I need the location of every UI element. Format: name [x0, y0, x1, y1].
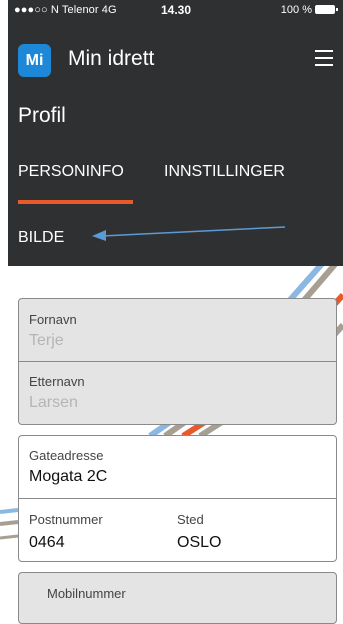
app-title: Min idrett — [68, 47, 155, 70]
street-value: Mogata 2C — [29, 468, 108, 485]
street-label: Gateadresse — [29, 448, 104, 463]
name-card: Fornavn Terje Etternavn Larsen — [18, 298, 337, 425]
city-label: Sted — [177, 512, 204, 527]
first-name-field[interactable]: Fornavn Terje — [19, 299, 336, 362]
street-field[interactable]: Gateadresse Mogata 2C — [19, 436, 336, 499]
mobile-card: Mobilnummer — [18, 572, 337, 624]
postal-city-row: Postnummer 0464 Sted OSLO — [19, 499, 336, 561]
carrier-signal: ●●●○○ N Telenor 4G — [14, 4, 117, 16]
postal-value: 0464 — [29, 534, 65, 551]
tab-innstillinger[interactable]: INNSTILLINGER — [164, 163, 285, 181]
postal-field[interactable]: Postnummer 0464 — [19, 499, 169, 561]
mobile-field[interactable]: Mobilnummer — [19, 573, 336, 623]
first-name-label: Fornavn — [29, 312, 77, 327]
battery-status: 100 % — [280, 4, 338, 16]
last-name-label: Etternavn — [29, 374, 85, 389]
hamburger-menu-icon[interactable] — [315, 50, 333, 66]
city-value: OSLO — [177, 534, 222, 551]
last-name-field[interactable]: Etternavn Larsen — [19, 362, 336, 424]
city-field[interactable]: Sted OSLO — [167, 499, 327, 561]
app-header: ●●●○○ N Telenor 4G 14.30 100 % Mi Min id… — [8, 0, 343, 266]
battery-label: 100 % — [280, 4, 312, 16]
first-name-value: Terje — [29, 332, 64, 349]
last-name-value: Larsen — [29, 394, 78, 411]
page-title: Profil — [18, 104, 66, 127]
tab-personinfo[interactable]: PERSONINFO — [18, 163, 124, 181]
address-card: Gateadresse Mogata 2C Postnummer 0464 St… — [18, 435, 337, 562]
postal-label: Postnummer — [29, 512, 103, 527]
active-tab-indicator — [18, 200, 133, 204]
mobile-label: Mobilnummer — [47, 586, 126, 601]
status-bar: ●●●○○ N Telenor 4G 14.30 100 % — [8, 0, 343, 22]
status-time: 14.30 — [161, 3, 192, 17]
bilde-link[interactable]: BILDE — [18, 229, 64, 247]
annotation-arrow-icon — [92, 226, 286, 241]
app-logo: Mi — [18, 44, 51, 77]
battery-icon — [315, 5, 338, 14]
